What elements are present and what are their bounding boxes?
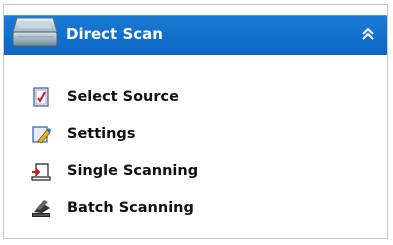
select-source-item[interactable]: Select Source xyxy=(30,84,330,110)
direct-scan-panel: Direct Scan Select Source Settings Singl… xyxy=(3,4,388,239)
single-scanning-label: Single Scanning xyxy=(67,163,199,179)
settings-icon xyxy=(32,126,51,144)
double-chevron-up-icon[interactable] xyxy=(358,24,378,44)
batch-scanning-item[interactable]: Batch Scanning xyxy=(30,195,330,221)
settings-item[interactable]: Settings xyxy=(30,121,330,147)
settings-label: Settings xyxy=(67,126,136,142)
single-scanning-icon xyxy=(31,163,51,181)
batch-scanning-label: Batch Scanning xyxy=(67,200,194,216)
panel-header[interactable]: Direct Scan xyxy=(4,15,387,55)
batch-scanning-icon xyxy=(32,200,50,217)
panel-title: Direct Scan xyxy=(66,25,163,43)
scanner-icon xyxy=(12,17,58,47)
select-source-label: Select Source xyxy=(67,89,179,105)
select-source-icon xyxy=(33,87,49,107)
single-scanning-item[interactable]: Single Scanning xyxy=(30,158,330,184)
